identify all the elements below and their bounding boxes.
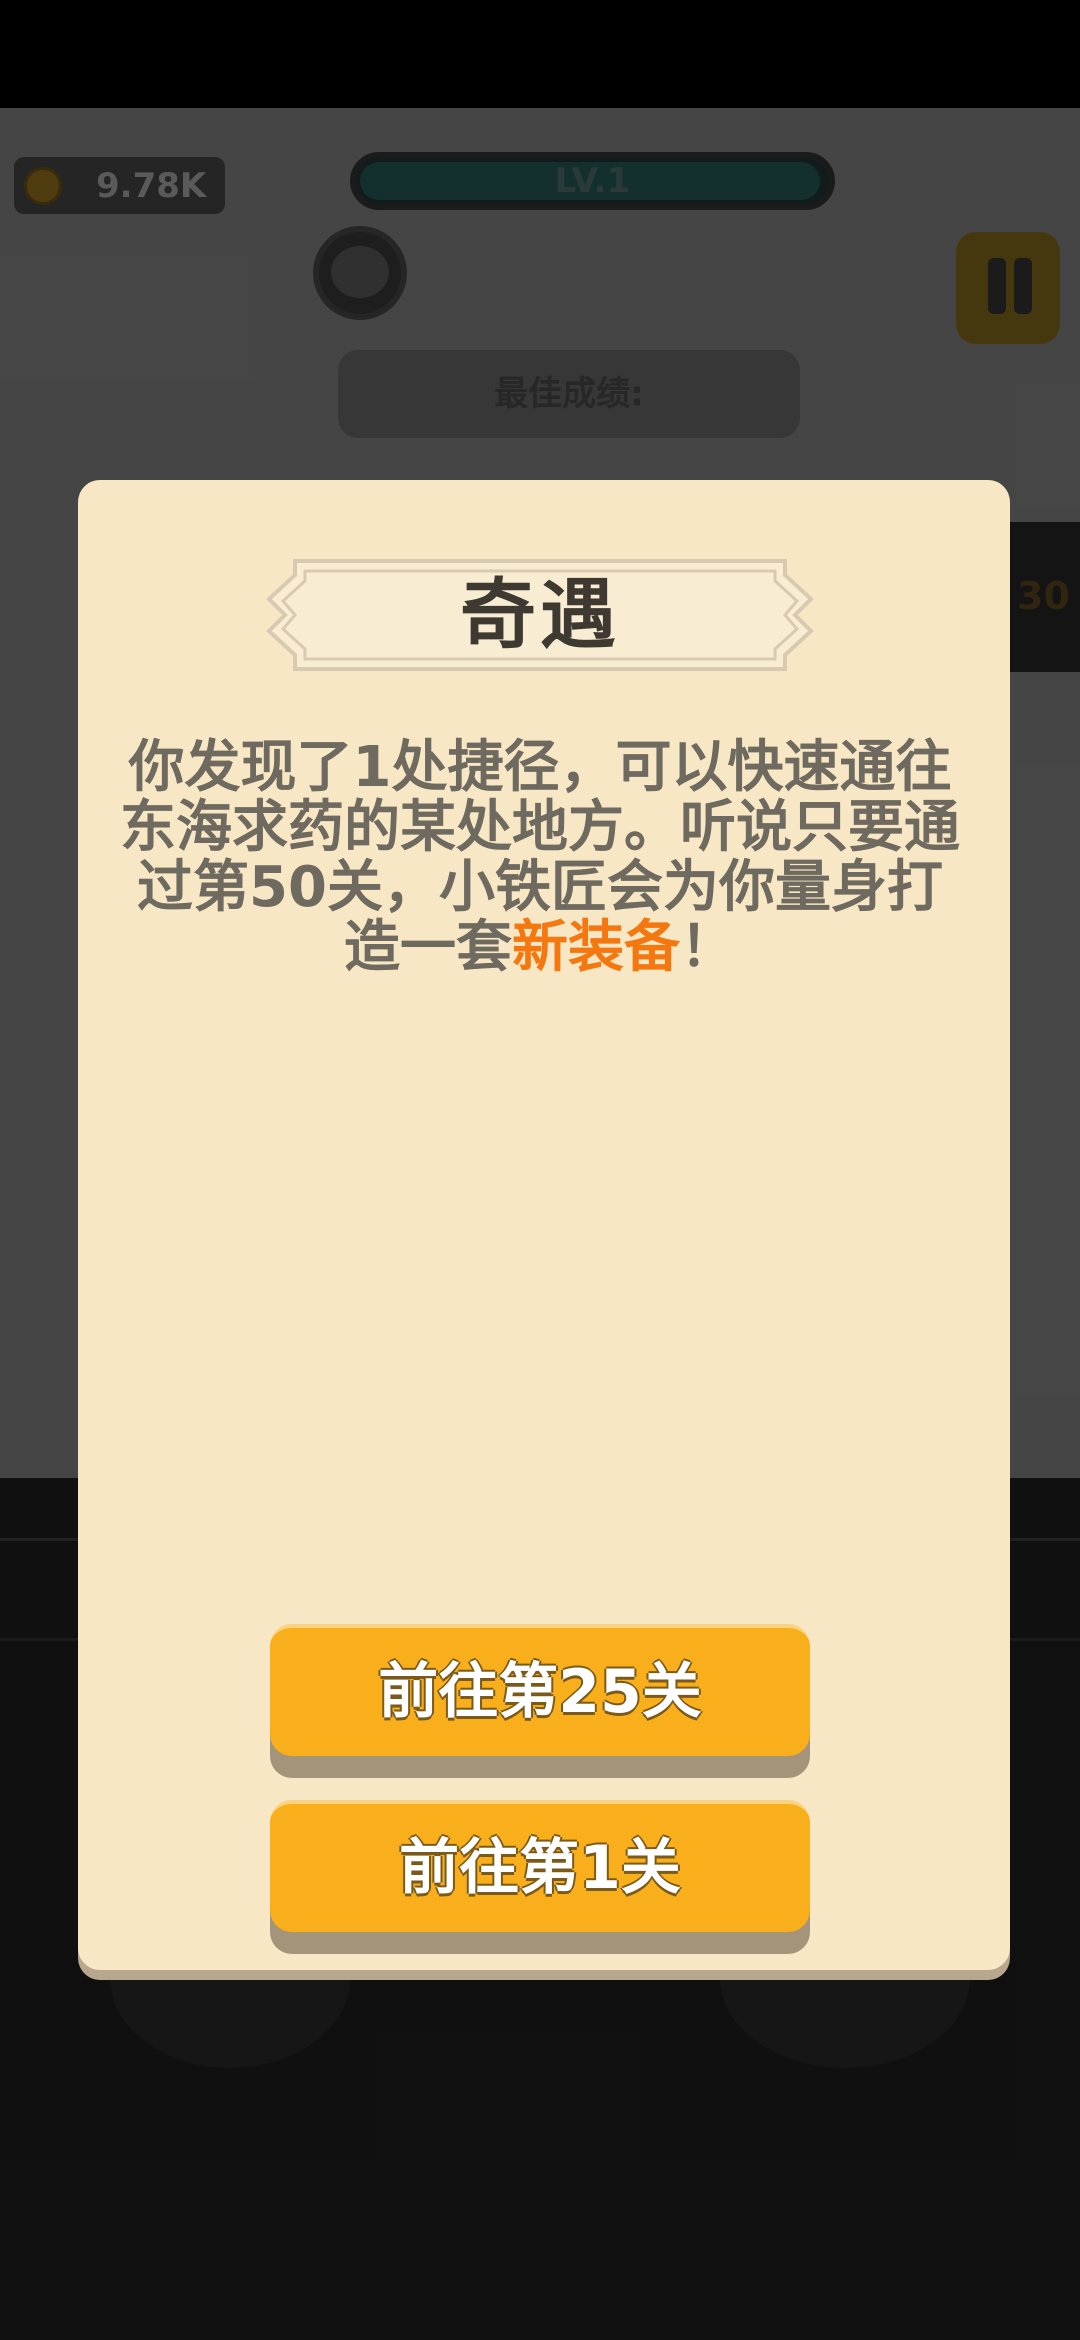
message-text-end: ！ bbox=[680, 915, 736, 980]
go-level-25-button[interactable]: 前往第25关 bbox=[270, 1624, 810, 1756]
message-highlight: 新装备 bbox=[512, 915, 680, 980]
go-level-1-button[interactable]: 前往第1关 bbox=[270, 1800, 810, 1932]
dialog-message: 你发现了1处捷径，可以快速通往东海求药的某处地方。听说只要通过第50关，小铁匠会… bbox=[110, 738, 970, 978]
dialog-title-frame: 奇遇 bbox=[265, 555, 815, 675]
dialog-title: 奇遇 bbox=[460, 570, 620, 659]
go-level-25-label: 前往第25关 bbox=[378, 1657, 702, 1727]
go-level-1-label: 前往第1关 bbox=[399, 1833, 681, 1903]
